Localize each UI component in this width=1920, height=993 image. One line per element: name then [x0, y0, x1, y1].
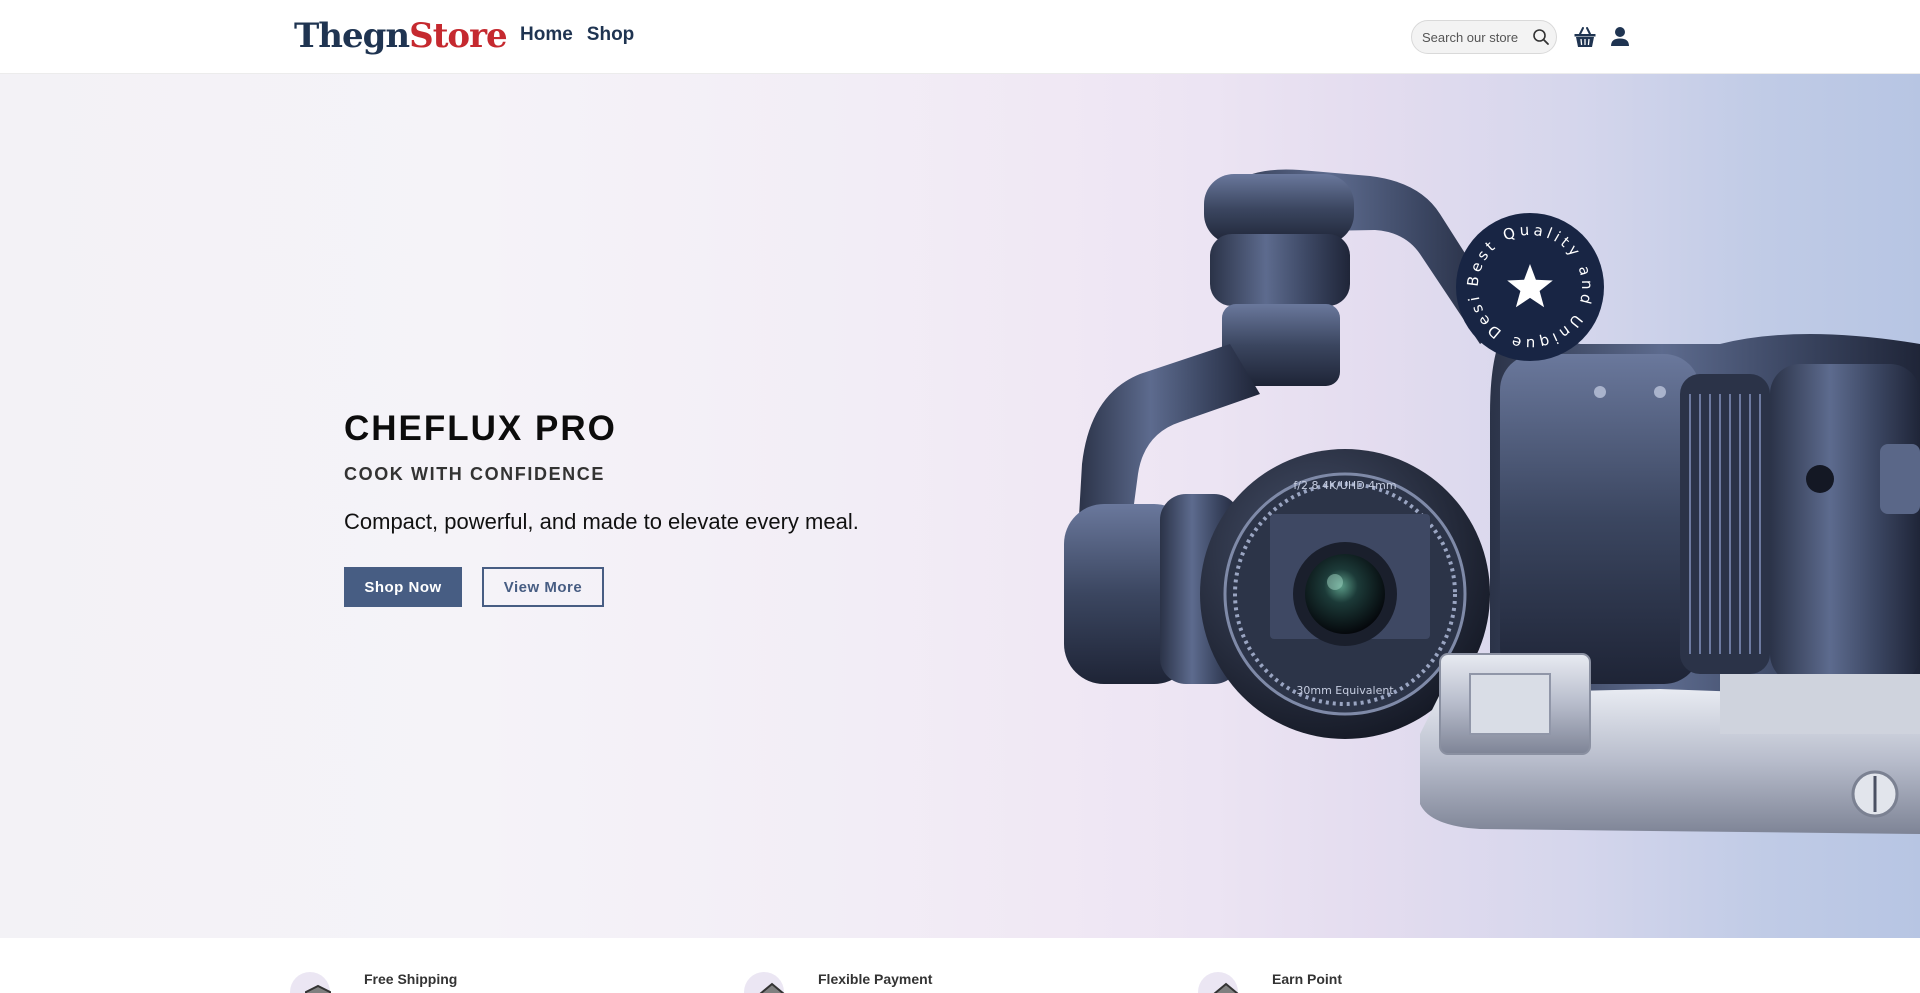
- hero-subtitle: COOK WITH CONFIDENCE: [344, 464, 605, 484]
- user-icon[interactable]: [1610, 26, 1630, 48]
- view-more-button[interactable]: View More: [482, 567, 604, 607]
- site-header: ThegnStore Home Shop: [0, 0, 1920, 74]
- nav-home-link[interactable]: Home: [520, 24, 573, 46]
- store-logo[interactable]: ThegnStore: [294, 14, 508, 58]
- basket-icon[interactable]: [1573, 25, 1597, 49]
- feature-title: Free Shipping: [364, 971, 458, 987]
- logo-text-thegn: Thegn: [294, 16, 410, 56]
- hero-description: Compact, powerful, and made to elevate e…: [344, 509, 859, 534]
- hero-banner: CHEFLUX PRO COOK WITH CONFIDENCE Compact…: [0, 74, 1920, 938]
- shipping-icon: [290, 972, 331, 993]
- nav-shop-link[interactable]: Shop: [587, 24, 635, 46]
- lens-label-top: f/2.8 4K/UHD 4mm: [1293, 479, 1396, 492]
- search-icon[interactable]: [1532, 27, 1550, 47]
- hero-title: CHEFLUX PRO: [344, 409, 617, 448]
- hero-text-block: CHEFLUX PRO COOK WITH CONFIDENCE Compact…: [344, 408, 1044, 607]
- shop-now-button[interactable]: Shop Now: [344, 567, 462, 607]
- lens-label-bottom: 30mm Equivalent: [1296, 684, 1394, 697]
- search-box: [1411, 20, 1557, 54]
- features-strip: Free Shipping Flexible Payment Earn Poin…: [0, 938, 1920, 993]
- hero-buttons: Shop Now View More: [344, 567, 1044, 607]
- quality-badge: Best Quality and Unique Design -: [1455, 212, 1604, 361]
- payment-icon: [744, 972, 785, 993]
- points-icon: [1198, 972, 1239, 993]
- logo-text-store: Store: [409, 16, 507, 56]
- main-nav: Home Shop: [520, 24, 634, 46]
- feature-title: Earn Point: [1272, 971, 1343, 987]
- feature-title: Flexible Payment: [818, 971, 933, 987]
- search-input[interactable]: [1422, 29, 1532, 45]
